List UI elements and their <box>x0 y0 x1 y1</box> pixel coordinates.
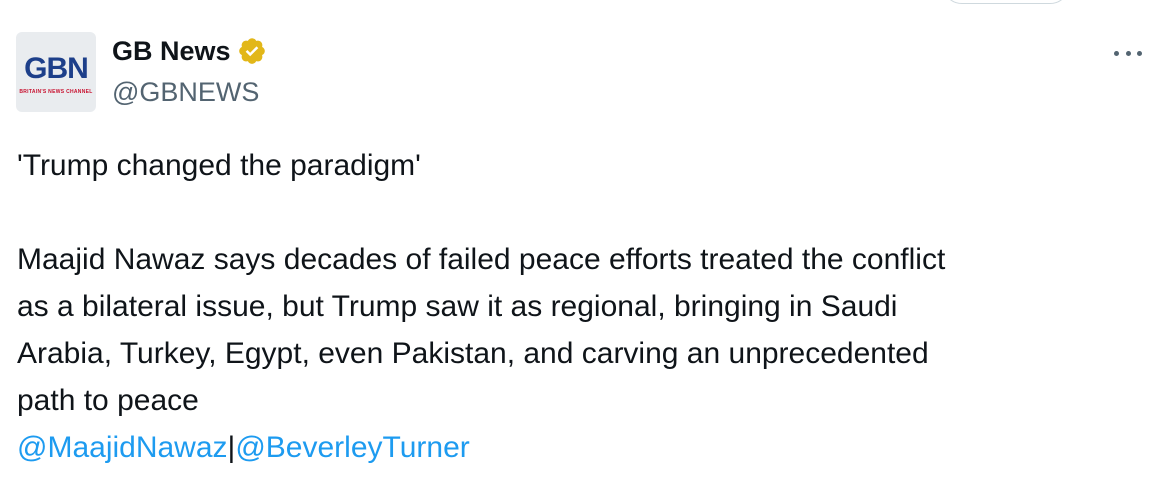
mention-link[interactable]: @MaajidNawaz <box>17 431 228 464</box>
follow-button[interactable] <box>942 0 1070 4</box>
avatar[interactable]: GBN BRITAIN'S NEWS CHANNEL <box>16 32 96 112</box>
tweet-headline: 'Trump changed the paradigm' <box>17 149 421 182</box>
tweet-text: 'Trump changed the paradigm' Maajid Nawa… <box>17 142 1147 471</box>
tweet-body-line: as a bilateral issue, but Trump saw it a… <box>17 290 898 323</box>
display-name[interactable]: GB News <box>112 33 231 69</box>
more-horizontal-icon[interactable] <box>1108 38 1148 68</box>
tweet-body-line: Arabia, Turkey, Egypt, even Pakistan, an… <box>17 337 929 370</box>
tweet-body-line: path to peace <box>17 384 199 417</box>
handle[interactable]: @GBNEWS <box>112 74 259 110</box>
logo-subtitle: BRITAIN'S NEWS CHANNEL <box>19 88 93 95</box>
logo-text: GBN <box>24 51 89 85</box>
mentions-line: @MaajidNawaz|@BeverleyTurner <box>17 424 1147 471</box>
tweet-card: GBN BRITAIN'S NEWS CHANNEL GB News @GBNE… <box>0 0 1170 490</box>
tweet-body-line: Maajid Nawaz says decades of failed peac… <box>17 243 946 276</box>
gb-news-logo: GBN BRITAIN'S NEWS CHANNEL <box>16 32 96 112</box>
verified-badge-icon[interactable] <box>237 36 267 66</box>
mention-link[interactable]: @BeverleyTurner <box>235 431 469 464</box>
name-row: GB News <box>112 33 267 69</box>
